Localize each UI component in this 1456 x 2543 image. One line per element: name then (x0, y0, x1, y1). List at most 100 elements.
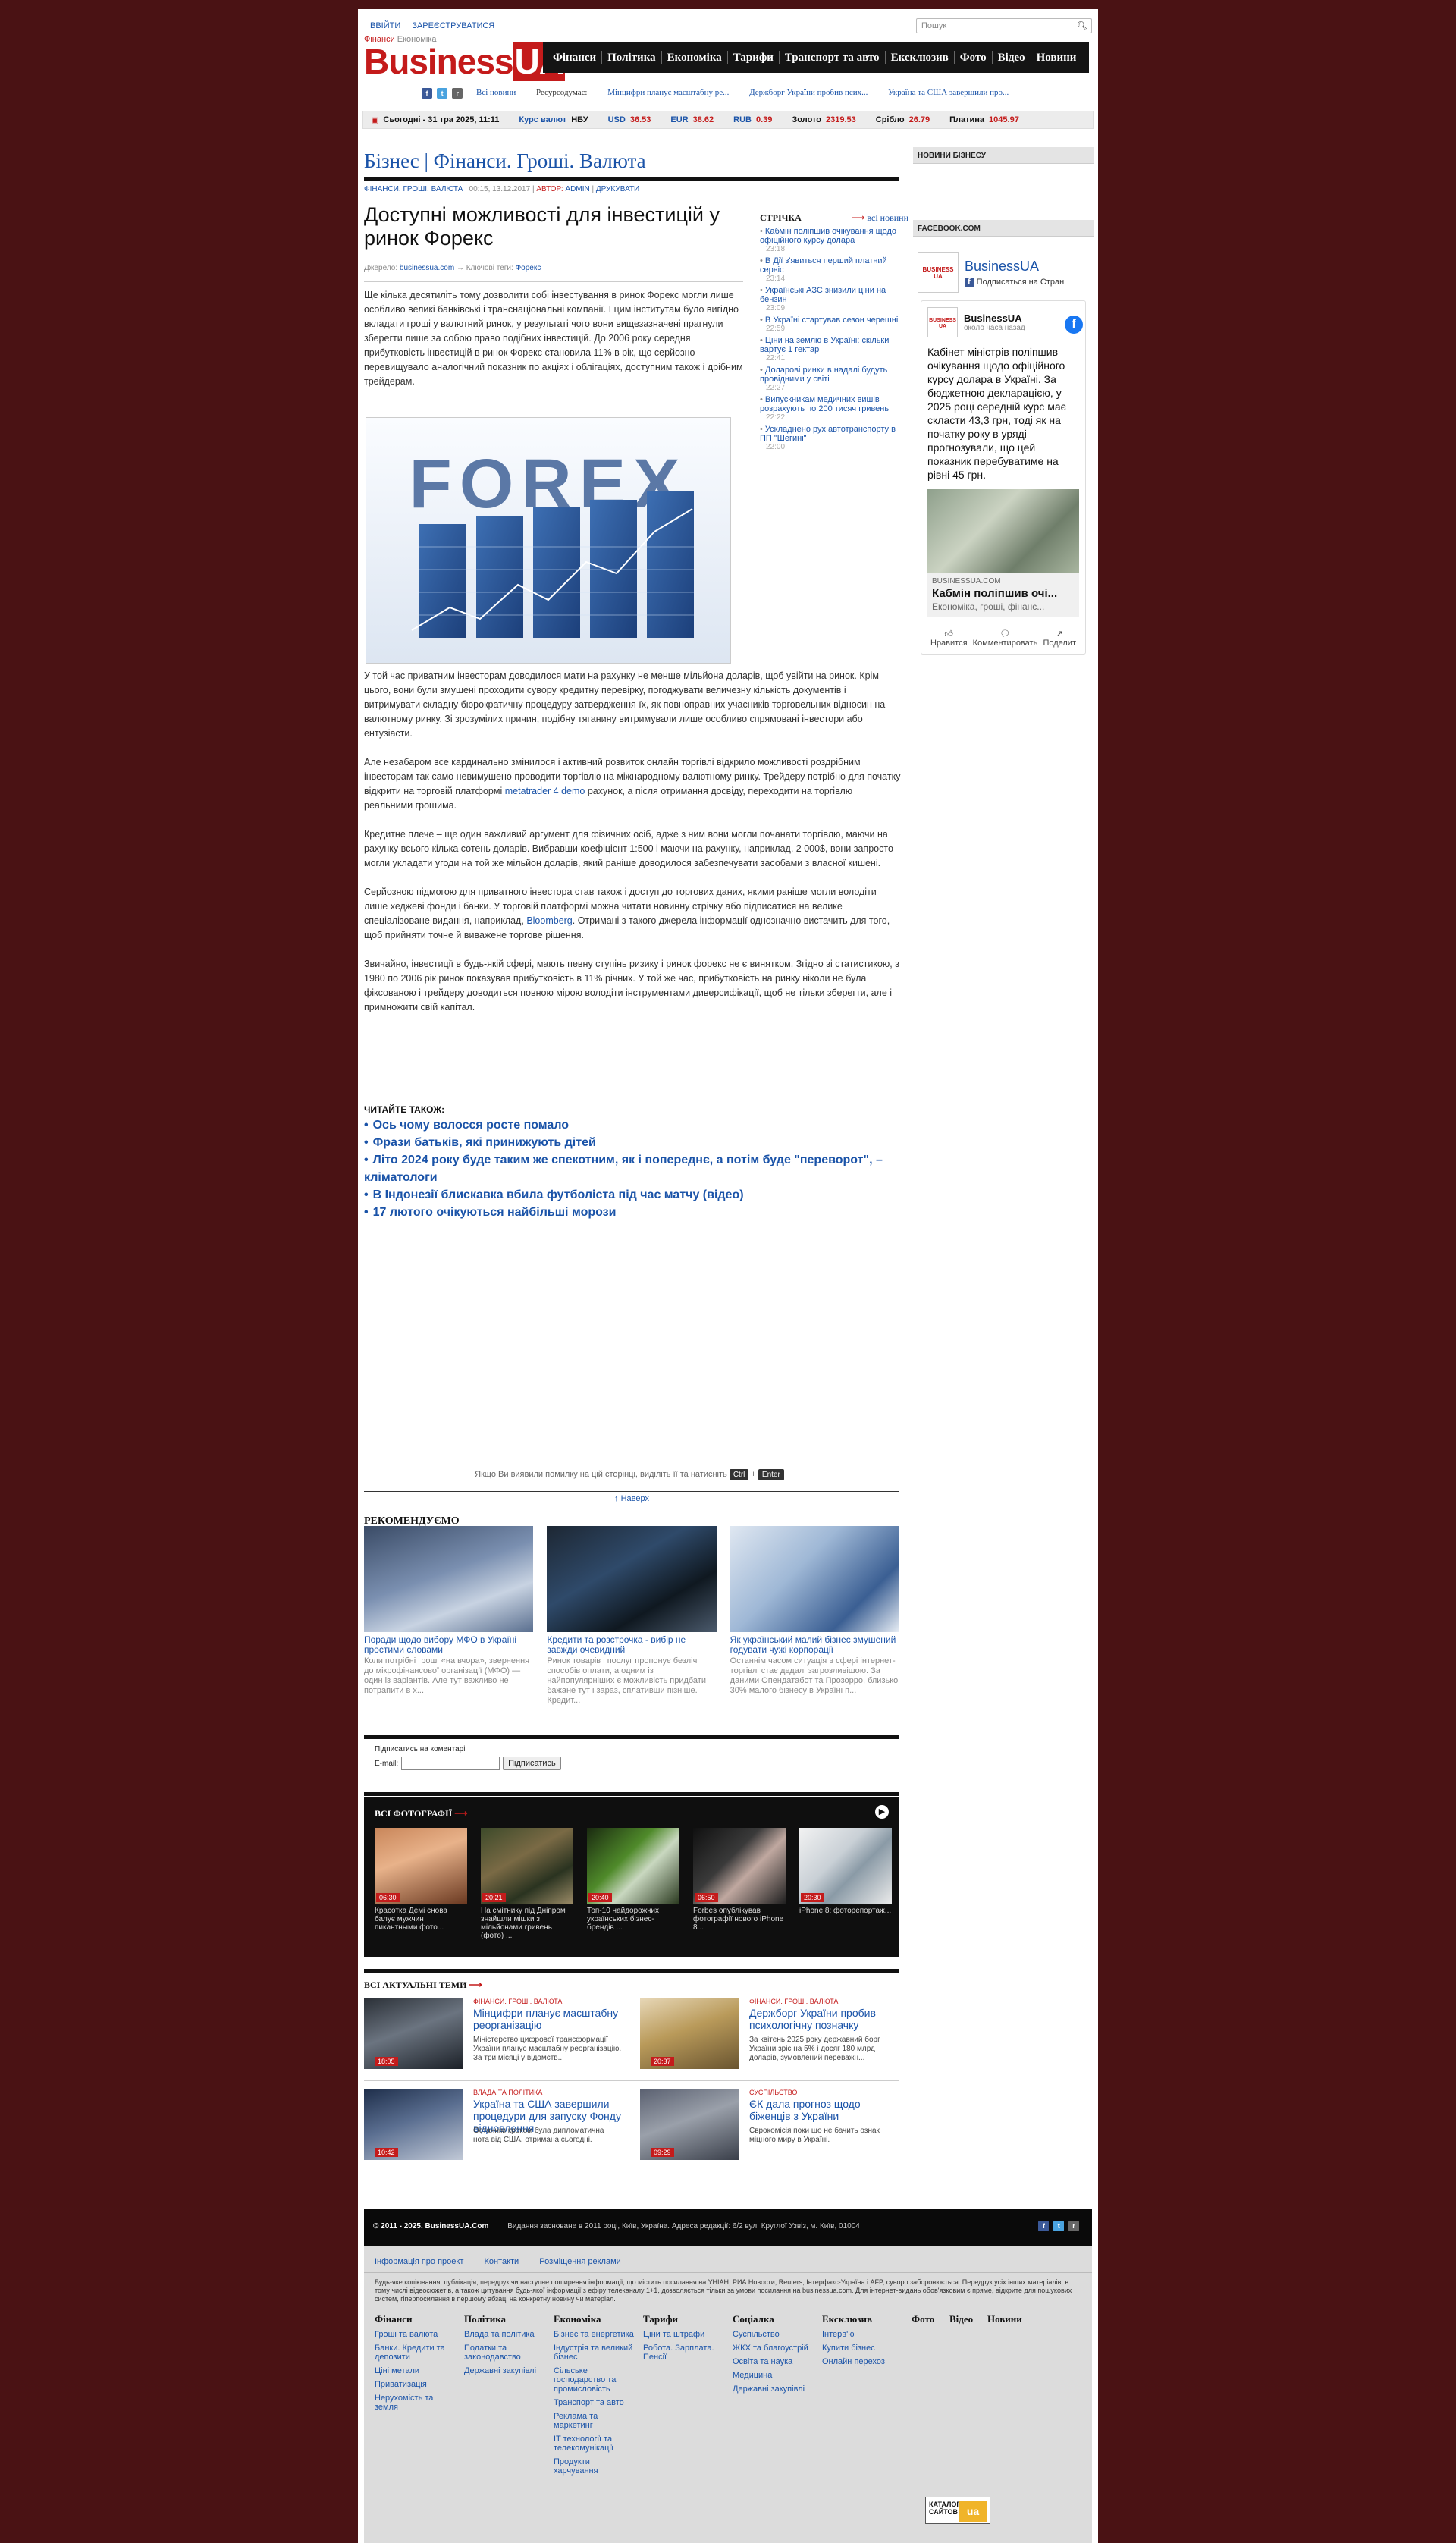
topic-item[interactable]: 09:29 СУСПІЛЬСТВО ЄК дала прогноз щодо б… (640, 2089, 898, 2168)
site-logo[interactable]: Фінанси Економіка BusinessUA (364, 35, 565, 83)
recommended-image[interactable] (364, 1526, 534, 1632)
category-link[interactable]: ФІНАНСИ. ГРОШІ. ВАЛЮТА (364, 185, 463, 193)
read-also-link[interactable]: Ось чому волосся росте помало (364, 1116, 901, 1134)
footer-link[interactable]: Реклама та маркетинг (554, 2412, 635, 2430)
stream-item[interactable]: Ускладнено рух автотранспорту в ПП "Шеги… (760, 425, 908, 451)
read-also-link[interactable]: Фрази батьків, які принижують дітей (364, 1134, 901, 1151)
footer-link[interactable]: Влада та політика (464, 2330, 546, 2339)
footer-link[interactable]: Індустрія та великий бізнес (554, 2344, 635, 2362)
facebook-icon[interactable]: f (1038, 2221, 1050, 2231)
metatrader-link[interactable]: metatrader 4 demo (505, 786, 585, 796)
ticker-item[interactable]: Держборг України пробив псих... (749, 88, 868, 97)
footer-column-head[interactable]: Фото (912, 2313, 942, 2325)
read-also-link[interactable]: 17 лютого очікуються найбільші морози (364, 1204, 901, 1221)
rss-icon[interactable]: r (1068, 2221, 1079, 2231)
all-news-link[interactable]: всі новини (852, 212, 908, 224)
register-link[interactable]: ЗАРЕЄСТРУВАТИСЯ (412, 21, 494, 30)
photo-item[interactable]: 20:40 Топ-10 найдорожчих українських бізн… (587, 1828, 679, 1940)
fb-post-image[interactable] (927, 489, 1079, 573)
footer-link[interactable]: Ціні метали (375, 2366, 457, 2375)
footer-link[interactable]: Банки. Кредити та депозити (375, 2344, 457, 2362)
nav-finance[interactable]: Фінанси (548, 51, 603, 64)
facebook-icon[interactable]: f (422, 88, 432, 99)
recommended-image[interactable] (547, 1526, 717, 1632)
footer-column-head[interactable]: Ексклюзив (822, 2313, 904, 2325)
recommended-item[interactable]: Як український малий бізнес змушений год… (730, 1526, 899, 1706)
section-title[interactable]: Бізнес | Фінанси. Гроші. Валюта (364, 149, 895, 173)
print-link[interactable]: ДРУКУВАТИ (596, 185, 639, 193)
footer-column-head[interactable]: Новини (987, 2313, 1022, 2325)
nav-transport[interactable]: Транспорт та авто (780, 51, 886, 64)
tag-link[interactable]: Форекс (516, 264, 541, 272)
bloomberg-link[interactable]: Bloomberg (526, 915, 572, 926)
footer-link[interactable]: Контакти (484, 2257, 519, 2266)
twitter-icon[interactable]: t (1053, 2221, 1065, 2231)
fb-share-button[interactable]: ↗ Поделит (1043, 629, 1076, 648)
nav-exclusive[interactable]: Ексклюзив (886, 51, 955, 64)
email-field[interactable] (401, 1757, 500, 1770)
author-link[interactable]: ADMIN (565, 185, 589, 193)
footer-link[interactable]: Податки та законодавство (464, 2344, 546, 2362)
stream-item[interactable]: Українські АЗС знизили ціни на бензин23:… (760, 286, 908, 312)
nav-video[interactable]: Відео (993, 51, 1031, 64)
footer-link[interactable]: IT технології та телекомунікації (554, 2435, 635, 2453)
footer-link[interactable]: Транспорт та авто (554, 2398, 635, 2407)
nav-news[interactable]: Новини (1031, 51, 1082, 64)
fb-post-avatar[interactable]: BUSINESS UA (927, 307, 958, 337)
twitter-icon[interactable]: t (437, 88, 448, 99)
stream-item[interactable]: Кабмін поліпшив очікування щодо офіційно… (760, 227, 908, 253)
topic-item[interactable]: 18:05 ФІНАНСИ. ГРОШІ. ВАЛЮТА Мінцифри пл… (364, 1998, 622, 2077)
footer-link[interactable]: Онлайн перехоз (822, 2357, 904, 2366)
footer-column-head[interactable]: Тарифи (643, 2313, 725, 2325)
footer-link[interactable]: Приватизація (375, 2380, 457, 2389)
subscribe-button[interactable]: Підписатись (503, 1757, 561, 1770)
search-icon[interactable]: 🔍︎ (1077, 20, 1088, 31)
stream-item[interactable]: Ціни на землю в Україні: скільки вартує … (760, 336, 908, 363)
fb-page-logo[interactable]: BUSINESS UA (918, 252, 959, 293)
footer-link[interactable]: Купити бізнес (822, 2344, 904, 2353)
fb-post-author[interactable]: BusinessUA (964, 312, 1025, 324)
footer-link[interactable]: Державні закупівлі (464, 2366, 546, 2375)
recommended-image[interactable] (730, 1526, 899, 1632)
footer-link[interactable]: Освіта та наука (733, 2357, 814, 2366)
search-input[interactable]: Пошук 🔍︎ (916, 18, 1092, 33)
ticker-item[interactable]: Україна та США завершили про... (888, 88, 1009, 97)
footer-link[interactable]: Розміщення реклами (539, 2257, 621, 2266)
read-also-link[interactable]: Літо 2024 року буде таким же спекотним, … (364, 1151, 901, 1186)
photo-item[interactable]: 20:30 iPhone 8: фоторепортаж... (799, 1828, 892, 1940)
topics-heading[interactable]: ВСІ АКТУАЛЬНІ ТЕМИ (364, 1979, 482, 1991)
recommended-item[interactable]: Кредити та розстрочка - вибір не завжди … (547, 1526, 717, 1706)
fb-comment-button[interactable]: 💬︎ Комментировать (973, 629, 1038, 648)
footer-link[interactable]: Інформація про проект (375, 2257, 463, 2266)
topic-item[interactable]: 10:42 ВЛАДА ТА ПОЛІТИКА Україна та США з… (364, 2089, 622, 2168)
footer-column-head[interactable]: Економіка (554, 2313, 635, 2325)
footer-link[interactable]: Гроші та валюта (375, 2330, 457, 2339)
footer-link[interactable]: Бізнес та енергетика (554, 2330, 635, 2339)
catalog-badge[interactable]: КАТАЛОГ САЙТОВ ua (925, 2497, 990, 2524)
footer-column-head[interactable]: Соціалка (733, 2313, 814, 2325)
footer-column-head[interactable]: Відео (949, 2313, 980, 2325)
ticker-item[interactable]: Ресурсодумає: (536, 88, 587, 97)
footer-link[interactable]: Продукти харчування (554, 2457, 635, 2476)
footer-column-head[interactable]: Фінанси (375, 2313, 457, 2325)
recommended-item[interactable]: Поради щодо вибору МФО в Україні простим… (364, 1526, 534, 1706)
footer-column-head[interactable]: Політика (464, 2313, 546, 2325)
footer-link[interactable]: Нерухомість та земля (375, 2394, 457, 2412)
fb-post[interactable]: BUSINESS UA BusinessUA около часа назад … (921, 300, 1086, 655)
topic-item[interactable]: 20:37 ФІНАНСИ. ГРОШІ. ВАЛЮТА Держборг Ук… (640, 1998, 898, 2077)
ticker-item[interactable]: Мінцифри планує масштабну ре... (607, 88, 729, 97)
fb-subscribe-button[interactable]: Подписаться на Стран (965, 278, 1065, 287)
photo-item[interactable]: 20:21 На смітнику під Дніпром знайшли міш… (481, 1828, 573, 1940)
rss-icon[interactable]: r (452, 88, 463, 99)
all-news-link[interactable]: Всі новини (476, 88, 516, 97)
nav-tariffs[interactable]: Тарифи (728, 51, 780, 64)
fb-page-name[interactable]: BusinessUA (965, 259, 1064, 275)
stream-item[interactable]: Випускникам медичних вишів розрахують по… (760, 395, 908, 422)
nav-politics[interactable]: Політика (602, 51, 662, 64)
photo-item[interactable]: 06:50 Forbes опублікував фотографії новог… (693, 1828, 786, 1940)
footer-link[interactable]: Державні закупівлі (733, 2384, 814, 2394)
footer-link[interactable]: Ціни та штрафи (643, 2330, 725, 2339)
stream-item[interactable]: В Дії з'явиться перший платний сервіс23:… (760, 256, 908, 283)
back-to-top-link[interactable]: ↑ Наверх (364, 1494, 899, 1503)
footer-link[interactable]: Робота. Зарплата. Пенсії (643, 2344, 725, 2362)
